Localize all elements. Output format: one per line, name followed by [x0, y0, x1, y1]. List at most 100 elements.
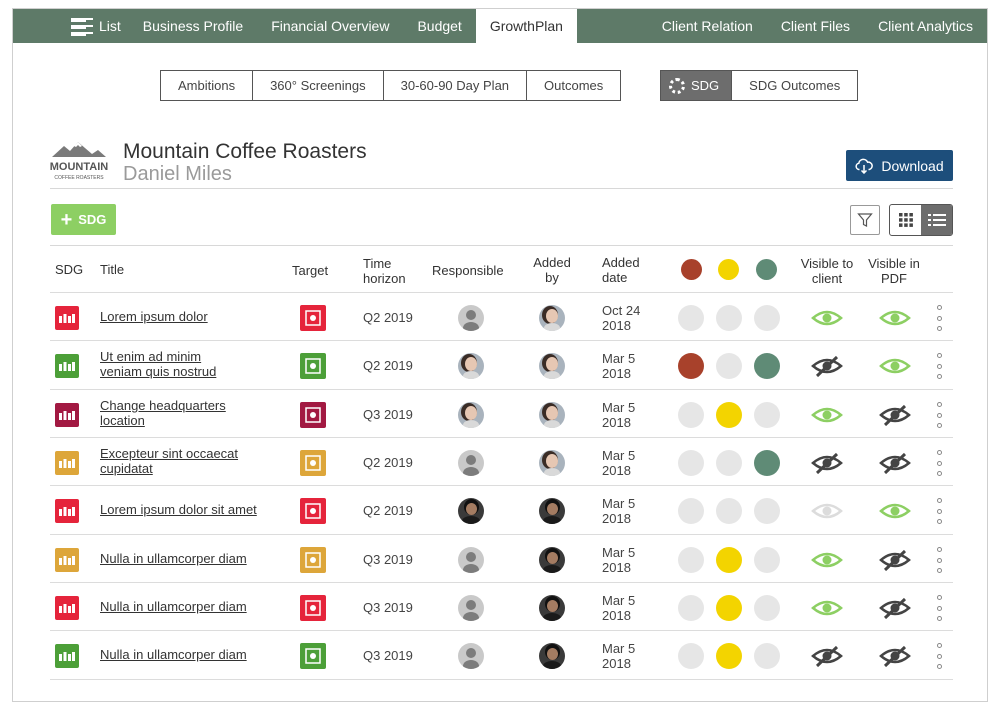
tab-sdg-outcomes[interactable]: SDG Outcomes	[732, 70, 859, 101]
row-title-link[interactable]: Nulla in ullamcorper diam	[100, 647, 247, 662]
eye-icon[interactable]	[811, 597, 843, 619]
status-red-dot[interactable]	[678, 595, 704, 621]
row-menu-kebab-icon[interactable]	[934, 402, 944, 428]
status-yellow-dot[interactable]	[716, 643, 742, 669]
status-yellow-dot[interactable]	[716, 305, 742, 331]
status-green-dot[interactable]	[754, 498, 780, 524]
row-menu-kebab-icon[interactable]	[934, 450, 944, 476]
status-green-dot[interactable]	[754, 450, 780, 476]
responsible-avatar[interactable]	[458, 305, 484, 331]
row-menu-kebab-icon[interactable]	[934, 595, 944, 621]
eye-icon[interactable]	[879, 500, 911, 522]
tab-30-60-90-day-plan[interactable]: 30-60-90 Day Plan	[383, 70, 528, 101]
eye-off-icon[interactable]	[811, 452, 843, 474]
tab-sdg[interactable]: SDG	[660, 70, 733, 101]
tab-outcomes[interactable]: Outcomes	[527, 70, 622, 101]
added-by-avatar[interactable]	[539, 402, 565, 428]
sdg-goal-icon	[55, 499, 79, 523]
added-by-avatar[interactable]	[539, 547, 565, 573]
row-title-link[interactable]: Lorem ipsum dolor	[100, 309, 208, 324]
nav-budget[interactable]: Budget	[403, 9, 475, 43]
row-title-link[interactable]: Lorem ipsum dolor sit amet	[100, 502, 257, 517]
responsible-avatar[interactable]	[458, 595, 484, 621]
status-red-dot[interactable]	[678, 305, 704, 331]
status-red-dot[interactable]	[678, 547, 704, 573]
added-by-avatar[interactable]	[539, 643, 565, 669]
status-red-dot[interactable]	[678, 643, 704, 669]
eye-off-icon[interactable]	[879, 549, 911, 571]
added-by-avatar[interactable]	[539, 595, 565, 621]
row-title-link[interactable]: Ut enim ad minim veniam quis nostrud	[100, 349, 216, 379]
row-menu-kebab-icon[interactable]	[934, 643, 944, 669]
client-name: Daniel Miles	[123, 163, 232, 185]
eye-icon[interactable]	[879, 355, 911, 377]
added-by-avatar[interactable]	[539, 450, 565, 476]
row-menu-kebab-icon[interactable]	[934, 353, 944, 379]
nav-list[interactable]: List	[13, 9, 129, 43]
status-yellow-dot[interactable]	[716, 498, 742, 524]
eye-off-icon[interactable]	[879, 452, 911, 474]
responsible-avatar[interactable]	[458, 353, 484, 379]
row-menu-kebab-icon[interactable]	[934, 305, 944, 331]
col-added-date-line1: Added	[602, 255, 640, 270]
responsible-avatar[interactable]	[458, 547, 484, 573]
row-added-date: Mar 5 2018	[602, 351, 635, 381]
responsible-avatar[interactable]	[458, 450, 484, 476]
row-menu-kebab-icon[interactable]	[934, 498, 944, 524]
eye-off-icon[interactable]	[879, 645, 911, 667]
nav-financial-overview[interactable]: Financial Overview	[257, 9, 403, 43]
status-green-dot[interactable]	[754, 595, 780, 621]
eye-icon[interactable]	[811, 404, 843, 426]
responsible-avatar[interactable]	[458, 643, 484, 669]
status-yellow-dot[interactable]	[716, 353, 742, 379]
eye-off-icon[interactable]	[811, 355, 843, 377]
nav-client-relation[interactable]: Client Relation	[648, 9, 767, 43]
status-green-dot[interactable]	[754, 402, 780, 428]
row-date-line1: Mar 5	[602, 593, 636, 608]
status-yellow-dot[interactable]	[716, 450, 742, 476]
added-by-avatar[interactable]	[539, 498, 565, 524]
eye-icon[interactable]	[811, 549, 843, 571]
grid-view-button[interactable]	[890, 205, 921, 235]
col-target: Target	[292, 263, 329, 278]
eye-off-icon[interactable]	[879, 404, 911, 426]
status-yellow-dot[interactable]	[716, 595, 742, 621]
eye-off-icon[interactable]	[879, 597, 911, 619]
eye-icon[interactable]	[811, 500, 843, 522]
status-green-dot[interactable]	[754, 547, 780, 573]
status-yellow-dot[interactable]	[716, 402, 742, 428]
status-yellow-dot[interactable]	[716, 547, 742, 573]
responsible-avatar[interactable]	[458, 498, 484, 524]
row-title-link[interactable]: Nulla in ullamcorper diam	[100, 551, 247, 566]
eye-off-icon[interactable]	[811, 645, 843, 667]
tab-360-screenings[interactable]: 360° Screenings	[253, 70, 384, 101]
status-red-dot[interactable]	[678, 353, 704, 379]
row-title-link[interactable]: Change headquarters location	[100, 398, 226, 428]
nav-client-analytics[interactable]: Client Analytics	[864, 9, 987, 43]
status-red-dot[interactable]	[678, 450, 704, 476]
target-glyph-icon	[305, 310, 321, 326]
list-view-button[interactable]	[921, 205, 952, 235]
added-by-avatar[interactable]	[539, 305, 565, 331]
target-glyph-icon	[305, 455, 321, 471]
status-green-dot[interactable]	[754, 353, 780, 379]
row-added-date: Mar 5 2018	[602, 400, 635, 430]
eye-icon[interactable]	[811, 307, 843, 329]
nav-business-profile[interactable]: Business Profile	[129, 9, 257, 43]
added-by-avatar[interactable]	[539, 353, 565, 379]
row-title-link[interactable]: Excepteur sint occaecat cupidatat	[100, 446, 238, 476]
status-red-dot[interactable]	[678, 498, 704, 524]
download-button[interactable]: Download	[846, 150, 953, 181]
row-menu-kebab-icon[interactable]	[934, 547, 944, 573]
eye-icon[interactable]	[879, 307, 911, 329]
status-green-dot[interactable]	[754, 643, 780, 669]
filter-button[interactable]	[850, 205, 880, 235]
row-title-link[interactable]: Nulla in ullamcorper diam	[100, 599, 247, 614]
status-red-dot[interactable]	[678, 402, 704, 428]
nav-growthplan[interactable]: GrowthPlan	[475, 9, 577, 43]
add-sdg-button[interactable]: + SDG	[51, 204, 116, 235]
responsible-avatar[interactable]	[458, 402, 484, 428]
tab-ambitions[interactable]: Ambitions	[160, 70, 254, 101]
status-green-dot[interactable]	[754, 305, 780, 331]
nav-client-files[interactable]: Client Files	[767, 9, 864, 43]
